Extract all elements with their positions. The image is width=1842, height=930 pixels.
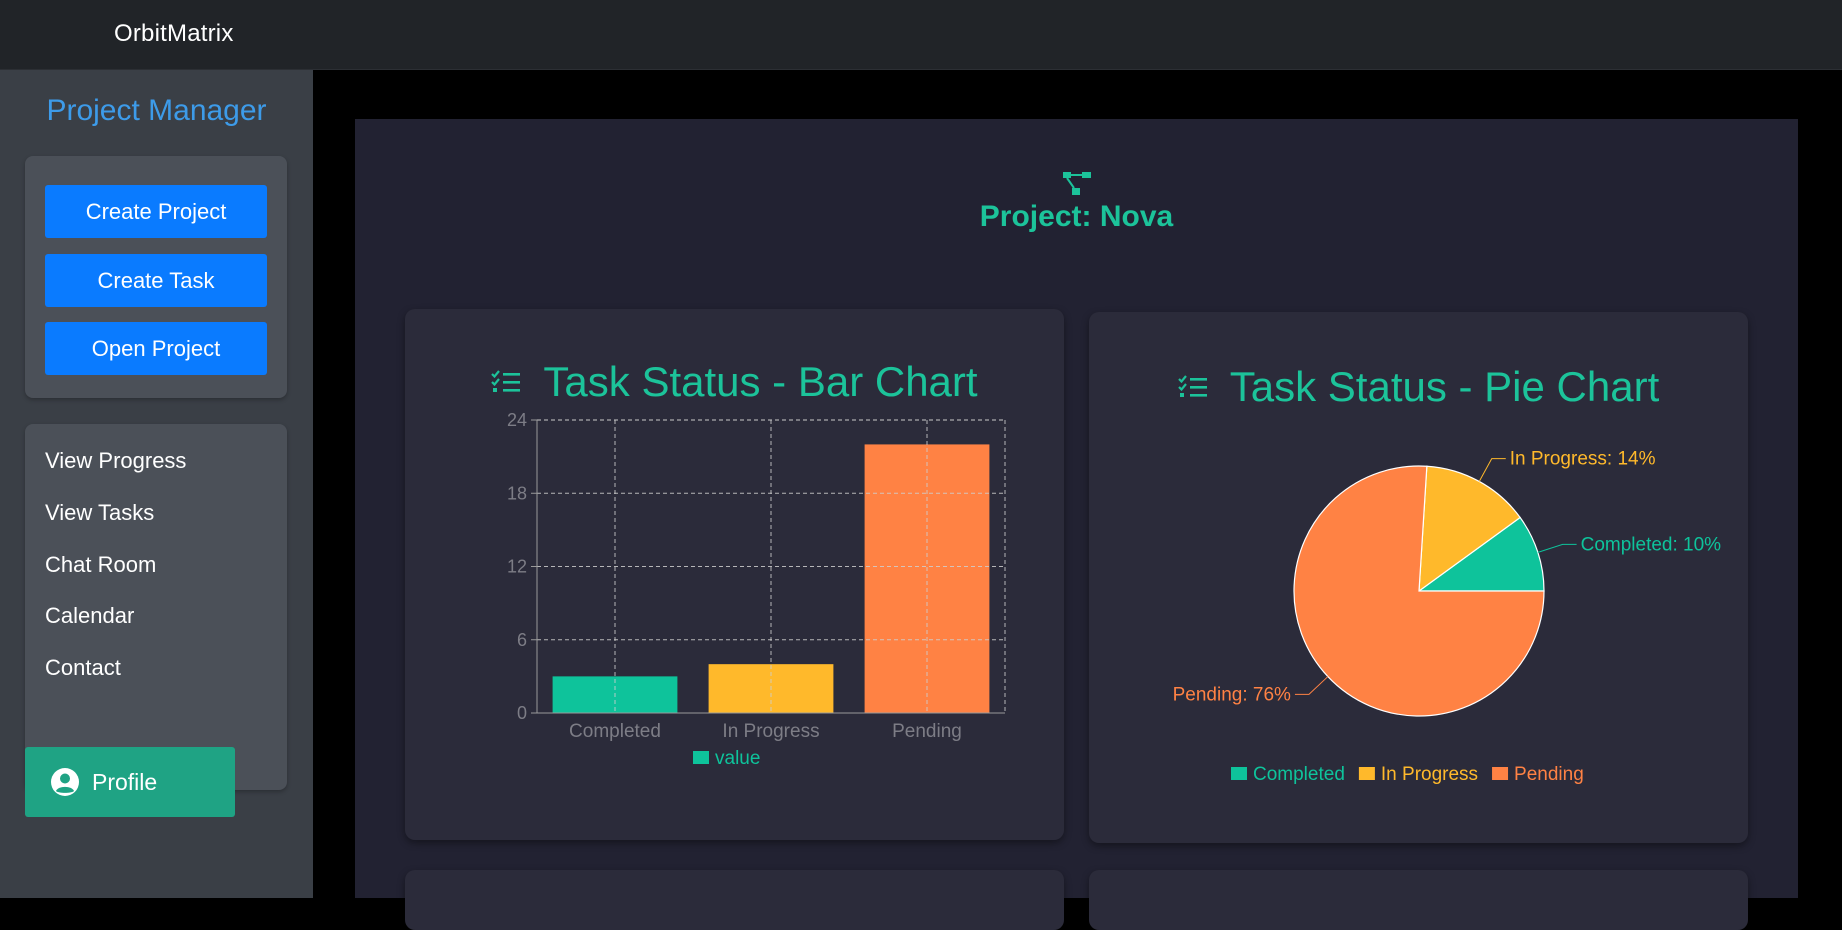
legend-label-in-progress: In Progress [1381, 764, 1478, 785]
pie-leader-line [1294, 676, 1329, 695]
x-tick-label: Pending [892, 721, 962, 742]
create-project-button[interactable]: Create Project [45, 185, 267, 238]
y-tick-label: 24 [507, 410, 527, 430]
nav-view-progress[interactable]: View Progress [45, 448, 186, 474]
x-tick-label: Completed [569, 721, 661, 742]
pie-label-pending: Pending: 76% [1173, 684, 1291, 705]
legend-label: value [715, 748, 760, 769]
nav-calendar[interactable]: Calendar [45, 603, 134, 629]
pie-label-in-progress: In Progress: 14% [1510, 449, 1656, 470]
legend-swatch-pending [1492, 767, 1509, 780]
nav-view-tasks[interactable]: View Tasks [45, 500, 154, 526]
chart-card-row2-left [405, 870, 1064, 930]
brand-name[interactable]: OrbitMatrix [114, 20, 234, 48]
pie-label-completed: Completed: 10% [1581, 534, 1722, 555]
open-project-button[interactable]: Open Project [45, 322, 267, 375]
create-task-button[interactable]: Create Task [45, 254, 267, 307]
legend-swatch-in-progress [1358, 767, 1375, 780]
sidebar: Project Manager Create Project Create Ta… [0, 70, 313, 898]
legend-label-pending: Pending [1514, 764, 1584, 785]
y-tick-label: 18 [507, 483, 527, 503]
project-title: Project: Nova [979, 200, 1174, 233]
pie-chart: Completed: 10% In Progress: 14% Pending: 7… [1173, 449, 1722, 785]
project-dashboard: Project: Nova Task Status - Bar Chart 06… [355, 119, 1798, 930]
nav-panel: View Progress View Tasks Chat Room Calen… [25, 424, 287, 790]
user-circle-icon [51, 768, 79, 796]
project-header: Project: Nova [355, 171, 1798, 234]
nav-contact[interactable]: Contact [45, 655, 121, 681]
pie-leader-line [1537, 543, 1577, 553]
nav-chat-room[interactable]: Chat Room [45, 552, 156, 578]
y-tick-label: 0 [517, 703, 527, 723]
bar-chart-card: Task Status - Bar Chart 0 6 12 18 24 Complete… [405, 309, 1064, 840]
legend-swatch-completed [1231, 767, 1247, 780]
profile-button[interactable]: Profile [25, 747, 235, 817]
legend-swatch [693, 751, 709, 764]
legend-label-completed: Completed [1253, 764, 1345, 785]
bar-chart: 0 6 12 18 24 Completed In Progress Pending value [507, 410, 1006, 769]
actions-panel: Create Project Create Task Open Project [25, 156, 287, 398]
pie-chart-card: Task Status - Pie Chart Completed: 10% In… [1089, 312, 1748, 843]
project-diagram-icon [1062, 172, 1091, 195]
chart-card-row2-right [1089, 870, 1748, 930]
profile-label: Profile [92, 768, 158, 795]
y-tick-label: 6 [517, 630, 527, 650]
pie-leader-line [1478, 458, 1506, 482]
x-tick-label: In Progress [722, 721, 819, 742]
y-tick-label: 12 [507, 557, 527, 577]
top-navbar: OrbitMatrix [0, 0, 1842, 70]
sidebar-title: Project Manager [46, 94, 267, 127]
